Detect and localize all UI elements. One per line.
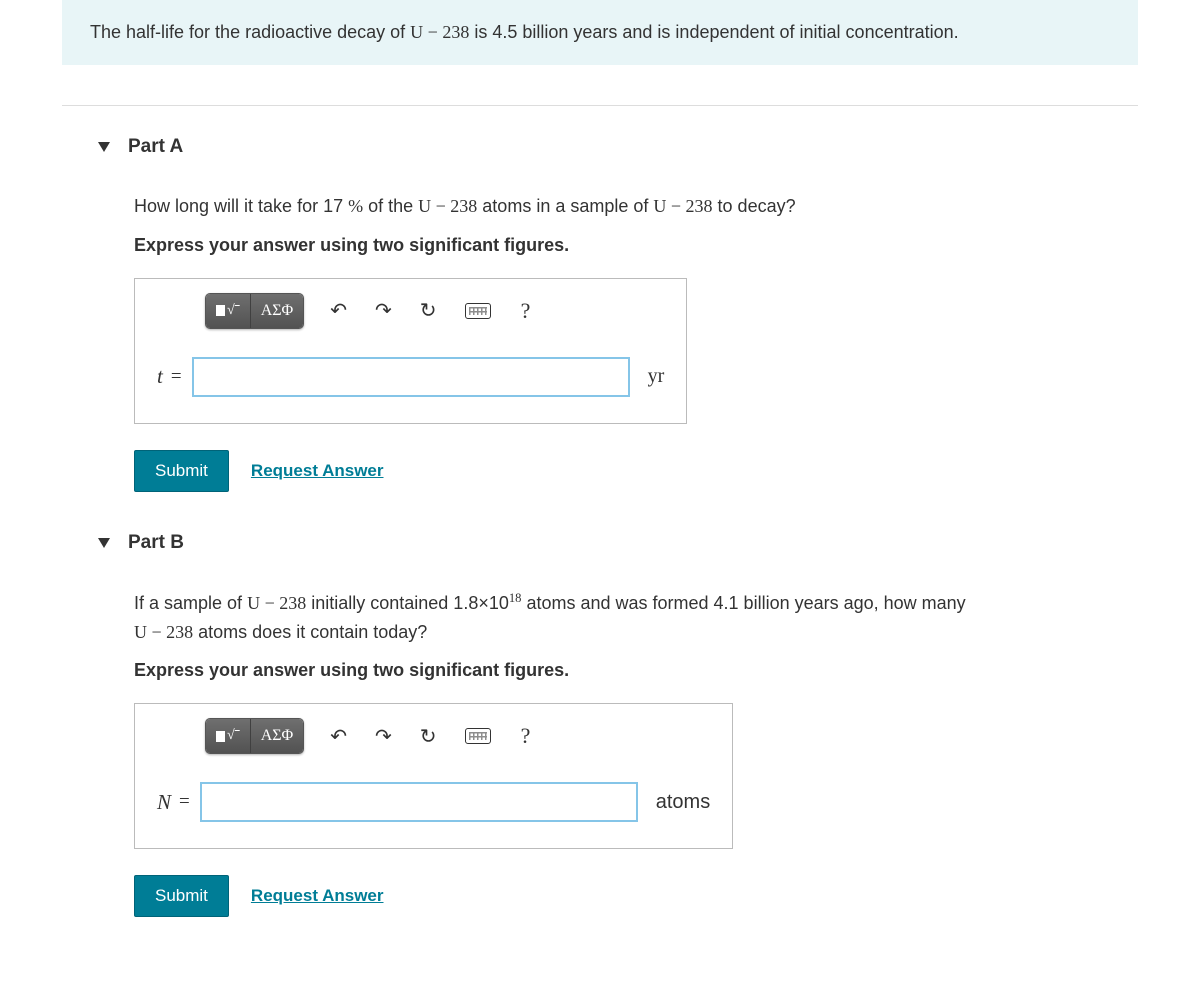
undo-button[interactable]: ↶ (316, 294, 361, 328)
equals-sign: = (179, 791, 190, 813)
part-a-answer-box: √ ΑΣΦ ↶ ↷ ↻ (134, 278, 687, 424)
redo-button[interactable]: ↷ (361, 294, 406, 328)
part-b: Part B If a sample of U − 238 initially … (62, 522, 1138, 918)
format-button-group: √ ΑΣΦ (205, 718, 304, 754)
reset-icon: ↻ (420, 298, 437, 323)
part-a-title: Part A (128, 136, 183, 158)
keyboard-icon (465, 303, 491, 319)
part-a-unit: yr (648, 365, 665, 388)
format-button-group: √ ΑΣΦ (205, 293, 304, 329)
undo-button[interactable]: ↶ (316, 719, 361, 753)
part-b-unit: atoms (656, 791, 710, 814)
part-b-submit-button[interactable]: Submit (134, 875, 229, 917)
intro-text-prefix: The half-life for the radioactive decay … (90, 22, 410, 42)
part-a-variable: t (157, 364, 163, 389)
equals-sign: = (171, 366, 182, 388)
nuclide-symbol: U (410, 22, 423, 42)
reset-icon: ↻ (420, 724, 437, 749)
part-a-actions: Submit Request Answer (134, 450, 1138, 492)
keyboard-button[interactable] (451, 719, 505, 753)
help-button[interactable]: ? (505, 719, 547, 753)
part-b-answer-input[interactable] (200, 782, 638, 822)
part-b-question: If a sample of U − 238 initially contain… (134, 588, 1138, 647)
divider (62, 105, 1138, 106)
part-b-title: Part B (128, 532, 184, 554)
part-b-variable: N (157, 790, 171, 815)
part-a-input-row: t = yr (135, 339, 686, 423)
keyboard-icon (465, 728, 491, 744)
undo-icon: ↶ (330, 724, 347, 749)
help-icon: ? (521, 723, 531, 749)
templates-icon: √ (216, 304, 240, 318)
templates-icon: √ (216, 729, 240, 743)
reset-button[interactable]: ↻ (406, 294, 451, 328)
part-a: Part A How long will it take for 17 % of… (62, 126, 1138, 492)
part-b-body: If a sample of U − 238 initially contain… (62, 568, 1138, 918)
greek-label: ΑΣΦ (261, 302, 294, 320)
part-a-answer-input[interactable] (192, 357, 630, 397)
undo-icon: ↶ (330, 298, 347, 323)
part-b-input-row: N = atoms (135, 764, 732, 848)
part-a-submit-button[interactable]: Submit (134, 450, 229, 492)
part-b-actions: Submit Request Answer (134, 875, 1138, 917)
collapse-caret-icon (98, 538, 110, 548)
collapse-caret-icon (98, 142, 110, 152)
problem-intro: The half-life for the radioactive decay … (62, 0, 1138, 65)
nuclide-dash: − (423, 22, 442, 42)
intro-text-suffix: is 4.5 billion years and is independent … (469, 22, 958, 42)
part-b-header[interactable]: Part B (62, 522, 1138, 568)
part-a-question: How long will it take for 17 % of the U … (134, 192, 1138, 221)
part-a-body: How long will it take for 17 % of the U … (62, 172, 1138, 492)
redo-icon: ↷ (375, 298, 392, 323)
help-button[interactable]: ? (505, 294, 547, 328)
templates-button[interactable]: √ (206, 719, 251, 753)
part-b-answer-box: √ ΑΣΦ ↶ ↷ ↻ (134, 703, 733, 849)
part-b-toolbar: √ ΑΣΦ ↶ ↷ ↻ (135, 704, 732, 764)
redo-button[interactable]: ↷ (361, 719, 406, 753)
keyboard-button[interactable] (451, 294, 505, 328)
part-a-header[interactable]: Part A (62, 126, 1138, 172)
greek-button[interactable]: ΑΣΦ (251, 294, 304, 328)
reset-button[interactable]: ↻ (406, 719, 451, 753)
greek-button[interactable]: ΑΣΦ (251, 719, 304, 753)
nuclide-mass: 238 (442, 22, 469, 42)
part-a-toolbar: √ ΑΣΦ ↶ ↷ ↻ (135, 279, 686, 339)
part-b-instruction: Express your answer using two significan… (134, 660, 1138, 681)
part-a-request-answer-link[interactable]: Request Answer (251, 461, 384, 481)
part-b-request-answer-link[interactable]: Request Answer (251, 886, 384, 906)
redo-icon: ↷ (375, 724, 392, 749)
templates-button[interactable]: √ (206, 294, 251, 328)
help-icon: ? (521, 298, 531, 324)
greek-label: ΑΣΦ (261, 727, 294, 745)
part-a-instruction: Express your answer using two significan… (134, 235, 1138, 256)
